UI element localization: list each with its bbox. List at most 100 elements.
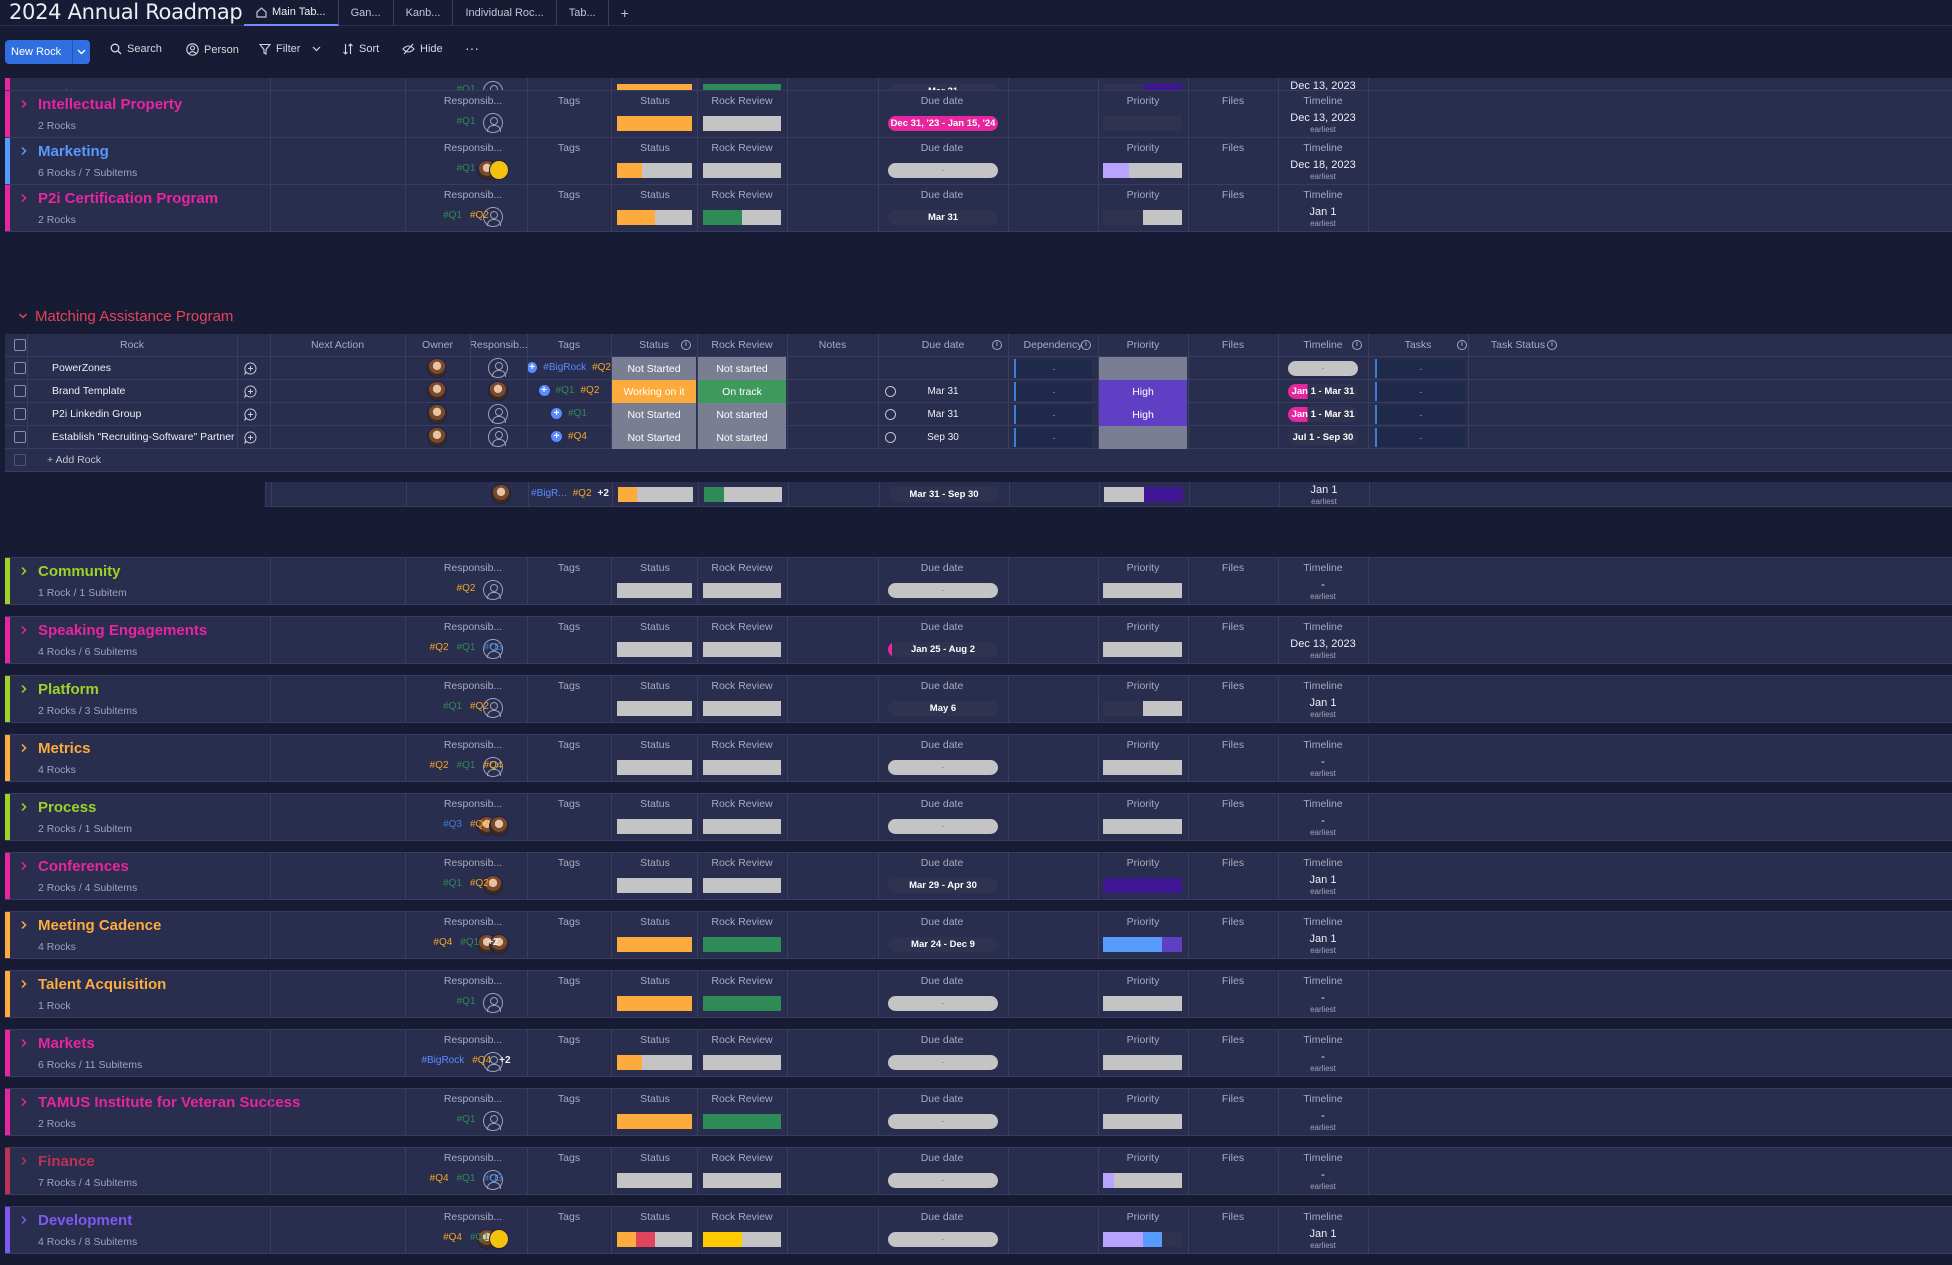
- group-name[interactable]: Markets: [38, 1035, 95, 1052]
- column-header-due-date[interactable]: Due date: [878, 334, 1008, 356]
- timeline-value[interactable]: Jan 1: [1278, 874, 1368, 886]
- status-summary-bar[interactable]: [617, 116, 692, 131]
- owner-avatar[interactable]: [427, 427, 447, 447]
- due-date-pill[interactable]: -: [888, 1173, 998, 1188]
- chevron-down-icon[interactable]: [18, 311, 28, 321]
- tags-cell[interactable]: #BigRock #Q4 +2: [405, 1055, 527, 1066]
- chevron-right-icon[interactable]: [19, 193, 29, 203]
- person-icon[interactable]: [488, 358, 508, 378]
- person-icon[interactable]: [488, 404, 508, 424]
- rock-review-summary-bar[interactable]: [703, 1114, 781, 1129]
- row-checkbox[interactable]: [14, 408, 26, 420]
- column-header-notes[interactable]: Notes: [787, 334, 878, 356]
- status-summary-bar[interactable]: [618, 487, 693, 502]
- timeline-value[interactable]: -: [1278, 1110, 1368, 1122]
- row-checkbox[interactable]: [14, 431, 26, 443]
- table-row[interactable]: PowerZones + #BigRock #Q2 Not Started Not sta…: [5, 357, 1952, 380]
- tab-kanban[interactable]: Kanb...: [394, 0, 454, 26]
- group-row[interactable]: Marketing 6 Rocks / 7 Subitems Responsib..…: [5, 137, 1952, 185]
- due-date-pill[interactable]: Mar 29 - Apr 30: [888, 878, 998, 893]
- add-tag-icon[interactable]: +: [527, 362, 538, 373]
- timeline-value[interactable]: Jan 1: [1278, 206, 1368, 218]
- due-date-pill[interactable]: -: [888, 1232, 998, 1247]
- tags-cell[interactable]: + #Q4: [527, 431, 611, 442]
- timeline-value[interactable]: Jan 1: [1278, 933, 1368, 945]
- board-title[interactable]: 2024 Annual Roadmap: [9, 0, 243, 24]
- group-row[interactable]: Metrics 4 Rocks Responsib... Tags Status Rock…: [5, 734, 1952, 782]
- chevron-right-icon[interactable]: [19, 1156, 29, 1166]
- group-name[interactable]: Conferences: [38, 858, 129, 875]
- timeline-value[interactable]: -: [1278, 579, 1368, 591]
- due-date-pill[interactable]: -: [888, 1055, 998, 1070]
- timeline-value[interactable]: -: [1278, 1051, 1368, 1063]
- tags-cell[interactable]: + #Q1: [527, 408, 611, 419]
- column-header-owner[interactable]: Owner: [405, 334, 470, 356]
- group-name[interactable]: Platform: [38, 681, 99, 698]
- priority-summary-bar[interactable]: [1104, 487, 1183, 502]
- tags-cell[interactable]: #Q1: [405, 1114, 527, 1125]
- tags-cell[interactable]: #Q1: [405, 116, 527, 127]
- chevron-right-icon[interactable]: [19, 1097, 29, 1107]
- priority-summary-bar[interactable]: [1103, 642, 1182, 657]
- dependency-cell[interactable]: -: [1014, 428, 1092, 447]
- timeline-value[interactable]: -: [1278, 815, 1368, 827]
- rock-name[interactable]: P2i Linkedin Group: [52, 403, 141, 425]
- status-summary-bar[interactable]: [617, 642, 692, 657]
- add-update-icon[interactable]: [244, 362, 257, 375]
- tasks-cell[interactable]: -: [1375, 428, 1465, 447]
- dependency-cell[interactable]: -: [1014, 359, 1092, 378]
- column-header-responsible[interactable]: Responsib...: [469, 334, 527, 356]
- rock-review-summary-bar[interactable]: [703, 760, 781, 775]
- tags-cell[interactable]: #Q1 #Q2: [405, 210, 527, 221]
- due-date-cell[interactable]: Sep 30: [878, 426, 1008, 448]
- group-name[interactable]: Development: [38, 1212, 132, 1229]
- group-name[interactable]: Metrics: [38, 740, 91, 757]
- tags-cell[interactable]: #Q1: [405, 996, 527, 1007]
- due-date-pill[interactable]: May 6: [888, 701, 998, 716]
- group-title-matching-assistance[interactable]: Matching Assistance Program: [35, 308, 233, 325]
- group-name[interactable]: P2i Certification Program: [38, 190, 218, 207]
- rock-review-summary-bar[interactable]: [703, 116, 781, 131]
- hide-button[interactable]: Hide: [402, 43, 443, 55]
- group-row[interactable]: Platform 2 Rocks / 3 Subitems Responsib...…: [5, 675, 1952, 723]
- tags-cell[interactable]: #Q2 #Q1 #Q4: [405, 760, 527, 771]
- status-cell[interactable]: Working on it: [612, 380, 696, 403]
- tab-gantt[interactable]: Gan...: [339, 0, 394, 26]
- timeline-pill[interactable]: Jan 1 - Mar 31: [1288, 407, 1358, 422]
- group-name[interactable]: Process: [38, 799, 96, 816]
- tags-cell[interactable]: #Q2: [405, 583, 527, 594]
- timeline-value[interactable]: -: [1278, 992, 1368, 1004]
- due-date-pill[interactable]: -: [888, 163, 998, 178]
- rock-review-summary-bar[interactable]: [703, 701, 781, 716]
- priority-summary-bar[interactable]: [1103, 996, 1182, 1011]
- priority-summary-bar[interactable]: [1103, 878, 1182, 893]
- status-cell[interactable]: Not Started: [612, 403, 696, 426]
- status-summary-bar[interactable]: [617, 583, 692, 598]
- group-name[interactable]: Marketing: [38, 143, 109, 160]
- due-date-cell[interactable]: Mar 31: [878, 380, 1008, 402]
- timeline-value[interactable]: Dec 18, 2023: [1278, 159, 1368, 171]
- status-summary-bar[interactable]: [617, 1173, 692, 1188]
- tasks-cell[interactable]: -: [1375, 382, 1465, 401]
- tab-table[interactable]: Tab...: [557, 0, 609, 26]
- priority-summary-bar[interactable]: [1103, 1055, 1182, 1070]
- group-name[interactable]: TAMUS Institute for Veteran Success: [38, 1094, 300, 1111]
- chevron-right-icon[interactable]: [19, 920, 29, 930]
- group-row[interactable]: Speaking Engagements 4 Rocks / 6 Subitems…: [5, 616, 1952, 664]
- owner-avatar[interactable]: [427, 358, 447, 378]
- group-row[interactable]: Community 1 Rock / 1 Subitem Responsib... T…: [5, 557, 1952, 605]
- due-date-pill[interactable]: -: [888, 760, 998, 775]
- add-tag-icon[interactable]: +: [551, 431, 563, 442]
- timeline-value[interactable]: Jan 1: [1278, 1228, 1368, 1240]
- priority-cell[interactable]: High: [1099, 403, 1187, 426]
- status-summary-bar[interactable]: [617, 819, 692, 834]
- timeline-value[interactable]: Dec 13, 2023: [1278, 638, 1368, 650]
- rock-review-summary-bar[interactable]: [703, 878, 781, 893]
- add-update-icon[interactable]: [244, 408, 257, 421]
- priority-summary-bar[interactable]: [1103, 937, 1182, 952]
- status-summary-bar[interactable]: [617, 1055, 692, 1070]
- tags-cell[interactable]: #Q4 #Q1: [405, 1232, 527, 1243]
- chevron-right-icon[interactable]: [19, 566, 29, 576]
- due-date-pill[interactable]: Dec 31, '23 - Jan 15, '24: [888, 116, 998, 131]
- status-summary-bar[interactable]: [617, 760, 692, 775]
